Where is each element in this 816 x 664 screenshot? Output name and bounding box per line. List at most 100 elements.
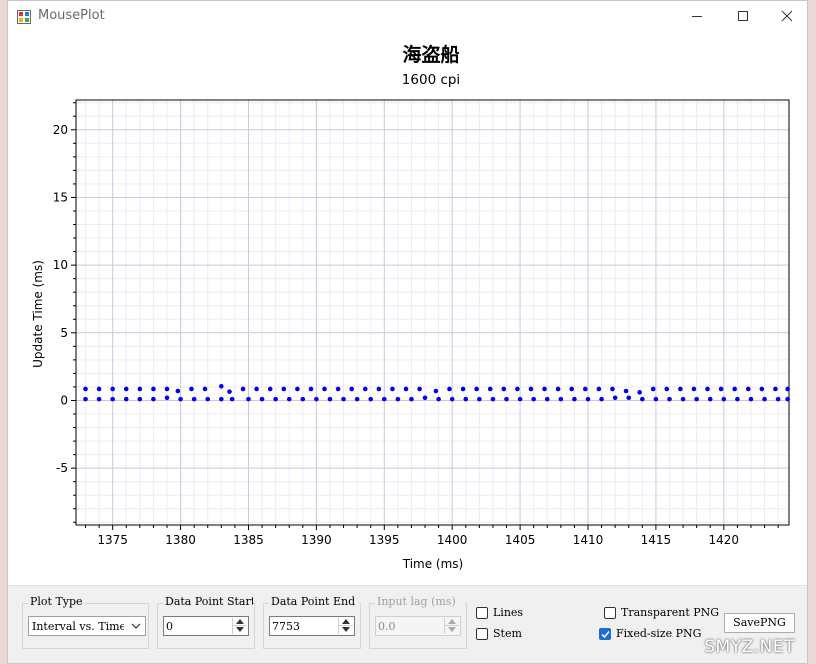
data-point bbox=[376, 386, 382, 392]
data-point bbox=[83, 386, 88, 392]
input-lag-spinner: 0.0 bbox=[375, 616, 461, 636]
chart-title: 海盗船 bbox=[402, 43, 459, 66]
data-point bbox=[569, 386, 575, 392]
save-png-button[interactable]: SavePNG bbox=[724, 613, 795, 633]
data-point bbox=[175, 388, 181, 394]
data-point-start-spinner[interactable]: 0 bbox=[163, 616, 249, 636]
data-point bbox=[664, 386, 670, 392]
spin-down-button[interactable] bbox=[339, 626, 353, 634]
data-point bbox=[267, 386, 273, 392]
data-point-start-value: 0 bbox=[166, 620, 173, 633]
data-point bbox=[640, 396, 645, 402]
data-point bbox=[286, 396, 292, 402]
checkbox-box[interactable] bbox=[599, 628, 611, 640]
data-point bbox=[517, 396, 523, 402]
data-point bbox=[137, 386, 143, 392]
data-point bbox=[691, 386, 697, 392]
data-point bbox=[694, 396, 699, 402]
data-point bbox=[96, 396, 102, 402]
data-point bbox=[447, 386, 452, 392]
data-point bbox=[501, 386, 507, 392]
plot-type-select[interactable]: Interval vs. Time bbox=[28, 616, 146, 636]
x-tick-label: 1415 bbox=[641, 533, 672, 547]
data-point bbox=[259, 396, 265, 402]
data-point bbox=[164, 395, 170, 401]
data-point bbox=[246, 396, 251, 402]
data-point-end-value: 7753 bbox=[272, 620, 300, 633]
data-point bbox=[240, 386, 246, 392]
data-point bbox=[528, 386, 534, 392]
spin-up-button[interactable] bbox=[233, 618, 247, 626]
spin-down-button[interactable] bbox=[233, 626, 247, 634]
data-point bbox=[785, 386, 790, 392]
data-point-start-group: Data Point Start 0 bbox=[157, 595, 255, 649]
minimize-button[interactable] bbox=[674, 1, 720, 31]
data-point bbox=[422, 395, 428, 401]
data-point bbox=[227, 389, 232, 394]
checkbox-box[interactable] bbox=[476, 607, 488, 619]
data-point bbox=[463, 396, 469, 402]
data-point bbox=[572, 396, 577, 402]
data-point bbox=[123, 396, 129, 402]
data-point bbox=[650, 386, 656, 392]
data-point-end-spinner[interactable]: 7753 bbox=[269, 616, 355, 636]
y-tick-label: 5 bbox=[60, 326, 68, 340]
data-point bbox=[273, 396, 278, 402]
data-point bbox=[735, 396, 740, 402]
x-tick-label: 1380 bbox=[165, 533, 196, 547]
close-icon bbox=[781, 10, 793, 22]
data-point bbox=[637, 390, 642, 395]
app-icon bbox=[17, 9, 31, 24]
caret-up-icon bbox=[236, 619, 244, 624]
data-point-end-label: Data Point End bbox=[269, 595, 359, 609]
y-tick-label: 20 bbox=[53, 123, 68, 137]
spin-down-button bbox=[445, 626, 459, 634]
data-point bbox=[433, 388, 439, 394]
data-point bbox=[335, 386, 341, 392]
spin-up-button bbox=[445, 618, 459, 626]
spin-up-button[interactable] bbox=[339, 618, 353, 626]
x-tick-label: 1420 bbox=[709, 533, 740, 547]
maximize-button[interactable] bbox=[720, 1, 766, 31]
data-point bbox=[229, 396, 235, 402]
data-point bbox=[327, 396, 333, 402]
data-point bbox=[515, 386, 520, 392]
chart-subtitle: 1600 cpi bbox=[402, 72, 460, 88]
x-tick-label: 1410 bbox=[573, 533, 604, 547]
checkbox-box[interactable] bbox=[476, 628, 488, 640]
controls-panel: Plot Type Interval vs. Time Data Point S… bbox=[8, 585, 807, 663]
close-button[interactable] bbox=[764, 1, 807, 31]
data-point bbox=[610, 386, 615, 392]
x-tick-label: 1395 bbox=[369, 533, 400, 547]
scatter-chart[interactable]: 1375 1380 1385 1390 1395 1400 1405 1410 1415 1420… bbox=[8, 31, 808, 585]
x-axis-label: Time (ms) bbox=[402, 557, 464, 571]
data-point bbox=[678, 386, 683, 392]
data-point bbox=[137, 396, 143, 402]
data-point bbox=[381, 396, 387, 402]
caret-up-icon bbox=[342, 619, 350, 624]
input-lag-group: Input lag (ms) 0.0 bbox=[369, 595, 467, 649]
data-point bbox=[164, 386, 170, 392]
lines-label: Lines bbox=[493, 606, 524, 619]
data-point bbox=[599, 396, 604, 402]
minimize-icon bbox=[692, 16, 702, 17]
data-point bbox=[322, 386, 327, 392]
title-bar[interactable]: MousePlot bbox=[8, 1, 807, 31]
x-tick-label: 1390 bbox=[301, 533, 332, 547]
caret-down-icon bbox=[448, 627, 456, 632]
data-point bbox=[487, 386, 493, 392]
checkbox-box[interactable] bbox=[604, 607, 616, 619]
caret-down-icon bbox=[342, 627, 350, 632]
data-point bbox=[585, 396, 591, 402]
chevron-down-icon bbox=[131, 623, 141, 629]
data-point bbox=[308, 386, 314, 392]
data-point bbox=[110, 396, 115, 402]
y-tick-label: -5 bbox=[56, 461, 68, 475]
data-point bbox=[718, 386, 724, 392]
data-point bbox=[748, 396, 754, 402]
data-point bbox=[596, 386, 602, 392]
data-point bbox=[707, 396, 713, 402]
data-point bbox=[612, 395, 618, 401]
data-point bbox=[474, 386, 479, 392]
data-point bbox=[314, 396, 319, 402]
